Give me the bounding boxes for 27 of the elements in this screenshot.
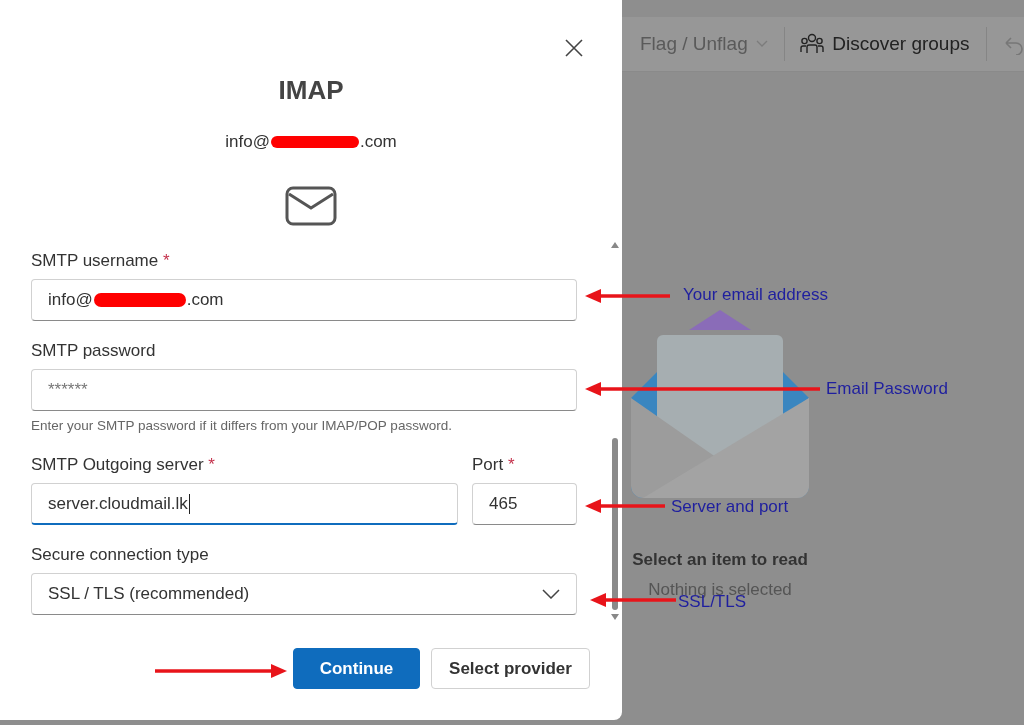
continue-button[interactable]: Continue [293,648,420,689]
annotation-text: Email Password [826,379,948,399]
field-label: SMTP password [31,341,157,361]
annotation-text: Your email address [683,285,828,305]
field-label: SMTP Outgoing server * [31,455,216,475]
mail-icon [285,186,337,226]
scroll-up-icon[interactable] [611,242,619,248]
dialog-title: IMAP [278,74,344,106]
dropdown[interactable]: SSL / TLS (recommended) [31,573,577,615]
secondary-button[interactable]: Select provider [431,648,590,689]
close-icon [565,39,583,57]
empty-state-title: Select an item to read [632,550,808,570]
scroll-down-icon[interactable] [611,614,619,620]
field-label: SMTP username * [31,251,171,271]
chevron-down-icon [755,40,768,48]
port-field[interactable]: 465 [472,483,577,525]
account-email: info@ .com [225,132,397,152]
input-field[interactable]: info@ .com [31,279,577,321]
password-field[interactable]: ****** [31,369,577,411]
annotation-text: Server and port [671,497,789,517]
toolbar-button[interactable]: Discover groups [800,33,986,55]
field-label: Secure connection type [31,545,210,565]
field-label: Port * [472,455,516,475]
people-icon [800,33,825,55]
chevron-down-icon [542,589,560,599]
hint-text: Enter your SMTP password if it differs from your IMAP/POP password. [31,417,453,435]
input-field[interactable]: server.cloudmail.lk [31,483,458,525]
